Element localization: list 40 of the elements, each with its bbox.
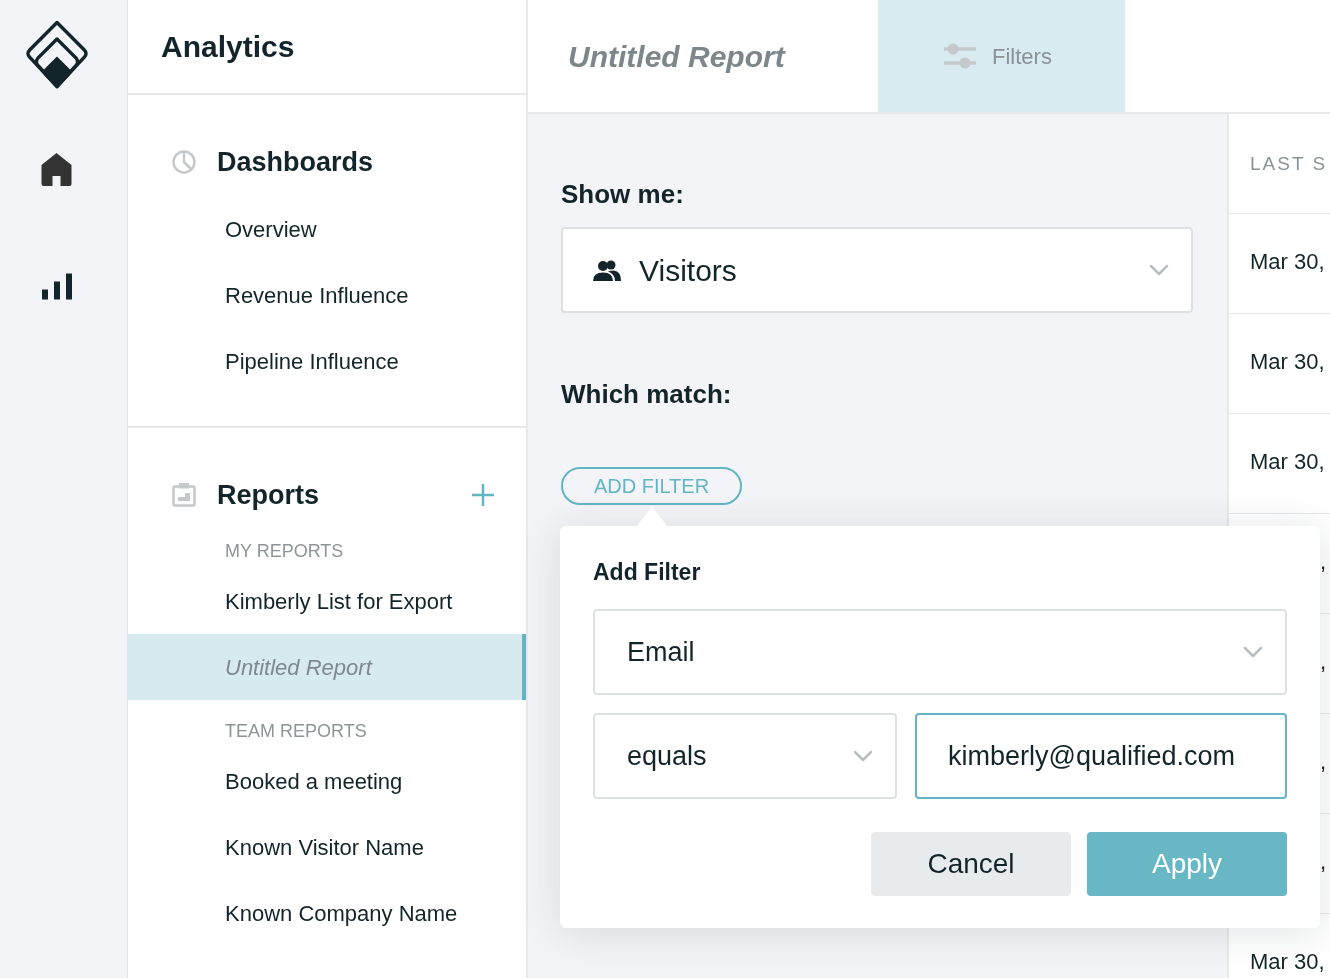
sidebar-item[interactable]: Kimberly List for Export bbox=[128, 568, 526, 634]
field-label: Show me: bbox=[561, 179, 684, 209]
logo-icon[interactable] bbox=[25, 20, 88, 91]
sliders-icon bbox=[944, 42, 976, 70]
table-cell: , bbox=[1319, 649, 1326, 675]
table-cell: , bbox=[1319, 749, 1326, 775]
group-heading: TEAM REPORTS bbox=[225, 720, 367, 742]
section-heading: Dashboards bbox=[217, 146, 374, 178]
clipboard-icon bbox=[172, 483, 196, 507]
sidebar-item[interactable]: Booked a meeting bbox=[128, 748, 526, 814]
chevron-down-icon bbox=[1243, 646, 1263, 658]
chevron-down-icon bbox=[853, 750, 873, 762]
chevron-down-icon bbox=[1149, 264, 1169, 276]
table-cell: Mar 30, bbox=[1250, 249, 1325, 275]
section-heading: Reports bbox=[217, 479, 319, 511]
pie-chart-icon bbox=[172, 150, 196, 174]
popover-title: Add Filter bbox=[593, 558, 701, 586]
bar-chart-icon[interactable] bbox=[41, 273, 72, 300]
cancel-button[interactable]: Cancel bbox=[871, 832, 1071, 896]
sidebar-item[interactable]: Pipeline Influence bbox=[128, 328, 526, 394]
column-header: LAST S bbox=[1250, 151, 1328, 176]
field-label: Which match: bbox=[561, 379, 732, 409]
group-heading: MY REPORTS bbox=[225, 540, 344, 562]
sidebar-item[interactable]: Known Company Name bbox=[128, 880, 526, 946]
sidebar-item[interactable]: Overview bbox=[128, 196, 526, 262]
value-input-field[interactable]: kimberly@qualified.com bbox=[915, 713, 1287, 799]
sidebar-item[interactable]: Revenue Influence bbox=[128, 262, 526, 328]
field-select[interactable]: Email bbox=[593, 609, 1287, 695]
sidebar-item[interactable]: Known Visitor Name bbox=[128, 814, 526, 880]
home-icon[interactable] bbox=[41, 153, 72, 186]
app-title: Analytics bbox=[161, 28, 295, 65]
table-cell: Mar 30, bbox=[1250, 949, 1325, 975]
people-icon bbox=[593, 259, 621, 281]
show-me-select[interactable]: Visitors bbox=[561, 227, 1193, 313]
table-cell: Mar 30, bbox=[1250, 449, 1325, 475]
table-cell: Mar 30, bbox=[1250, 349, 1325, 375]
table-cell: , bbox=[1319, 549, 1326, 575]
table-cell: , bbox=[1319, 849, 1326, 875]
report-title: Untitled Report bbox=[567, 38, 787, 75]
operator-select[interactable]: equals bbox=[593, 713, 897, 799]
